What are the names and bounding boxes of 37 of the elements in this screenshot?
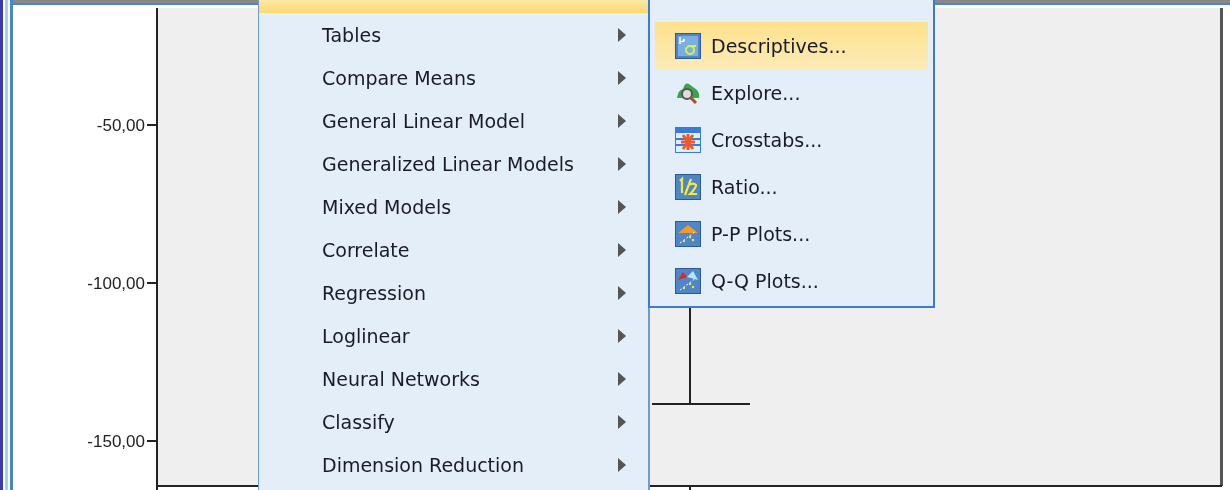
menu-item[interactable]: Descriptives... [655,22,928,69]
fraction-icon [675,173,701,200]
submenu-arrow-icon [618,199,626,214]
menu-item[interactable]: Tables [259,13,648,56]
menu-item[interactable]: Regression [259,271,648,314]
submenu-arrow-icon [618,113,626,128]
submenu-arrow-icon [618,27,626,42]
menu-item[interactable]: Loglinear [259,314,648,357]
menu-item[interactable]: Crosstabs... [655,116,928,163]
axis-tick-label: -150,00 [87,432,145,451]
menu-item[interactable]: Q-Q Plots... [655,257,928,304]
mu-sigma-icon [675,32,701,59]
submenu-arrow-icon [618,328,626,343]
menu-item[interactable]: Dimension Reduction [259,443,648,486]
submenu-arrow-icon [618,414,626,429]
menu-item[interactable]: Ratio... [655,163,928,210]
menu-item[interactable]: Explore... [655,69,928,116]
submenu-arrow-icon [618,242,626,257]
scatter-plot-icon [675,220,701,247]
submenu-arrow-icon [618,371,626,386]
grid-icon [675,126,701,153]
menu-item-highlight[interactable] [259,0,648,13]
scatter-plot-icon [675,267,701,294]
menu-item[interactable]: Classify [259,400,648,443]
submenu-arrow-icon [618,285,626,300]
menu-item[interactable]: Correlate [259,228,648,271]
submenu-arrow-icon [618,156,626,171]
menu-item[interactable]: Mixed Models [259,185,648,228]
menu-item[interactable]: Generalized Linear Models [259,142,648,185]
menu-item[interactable]: Neural Networks [259,357,648,400]
menu-item[interactable]: P-P Plots... [655,210,928,257]
axis-tick-label: -100,00 [87,274,145,293]
menu-item[interactable]: Compare Means [259,56,648,99]
axis-tick-label: -50,00 [96,116,145,135]
submenu-arrow-icon [618,457,626,472]
submenu-arrow-icon [618,70,626,85]
menu-item[interactable]: General Linear Model [259,99,648,142]
